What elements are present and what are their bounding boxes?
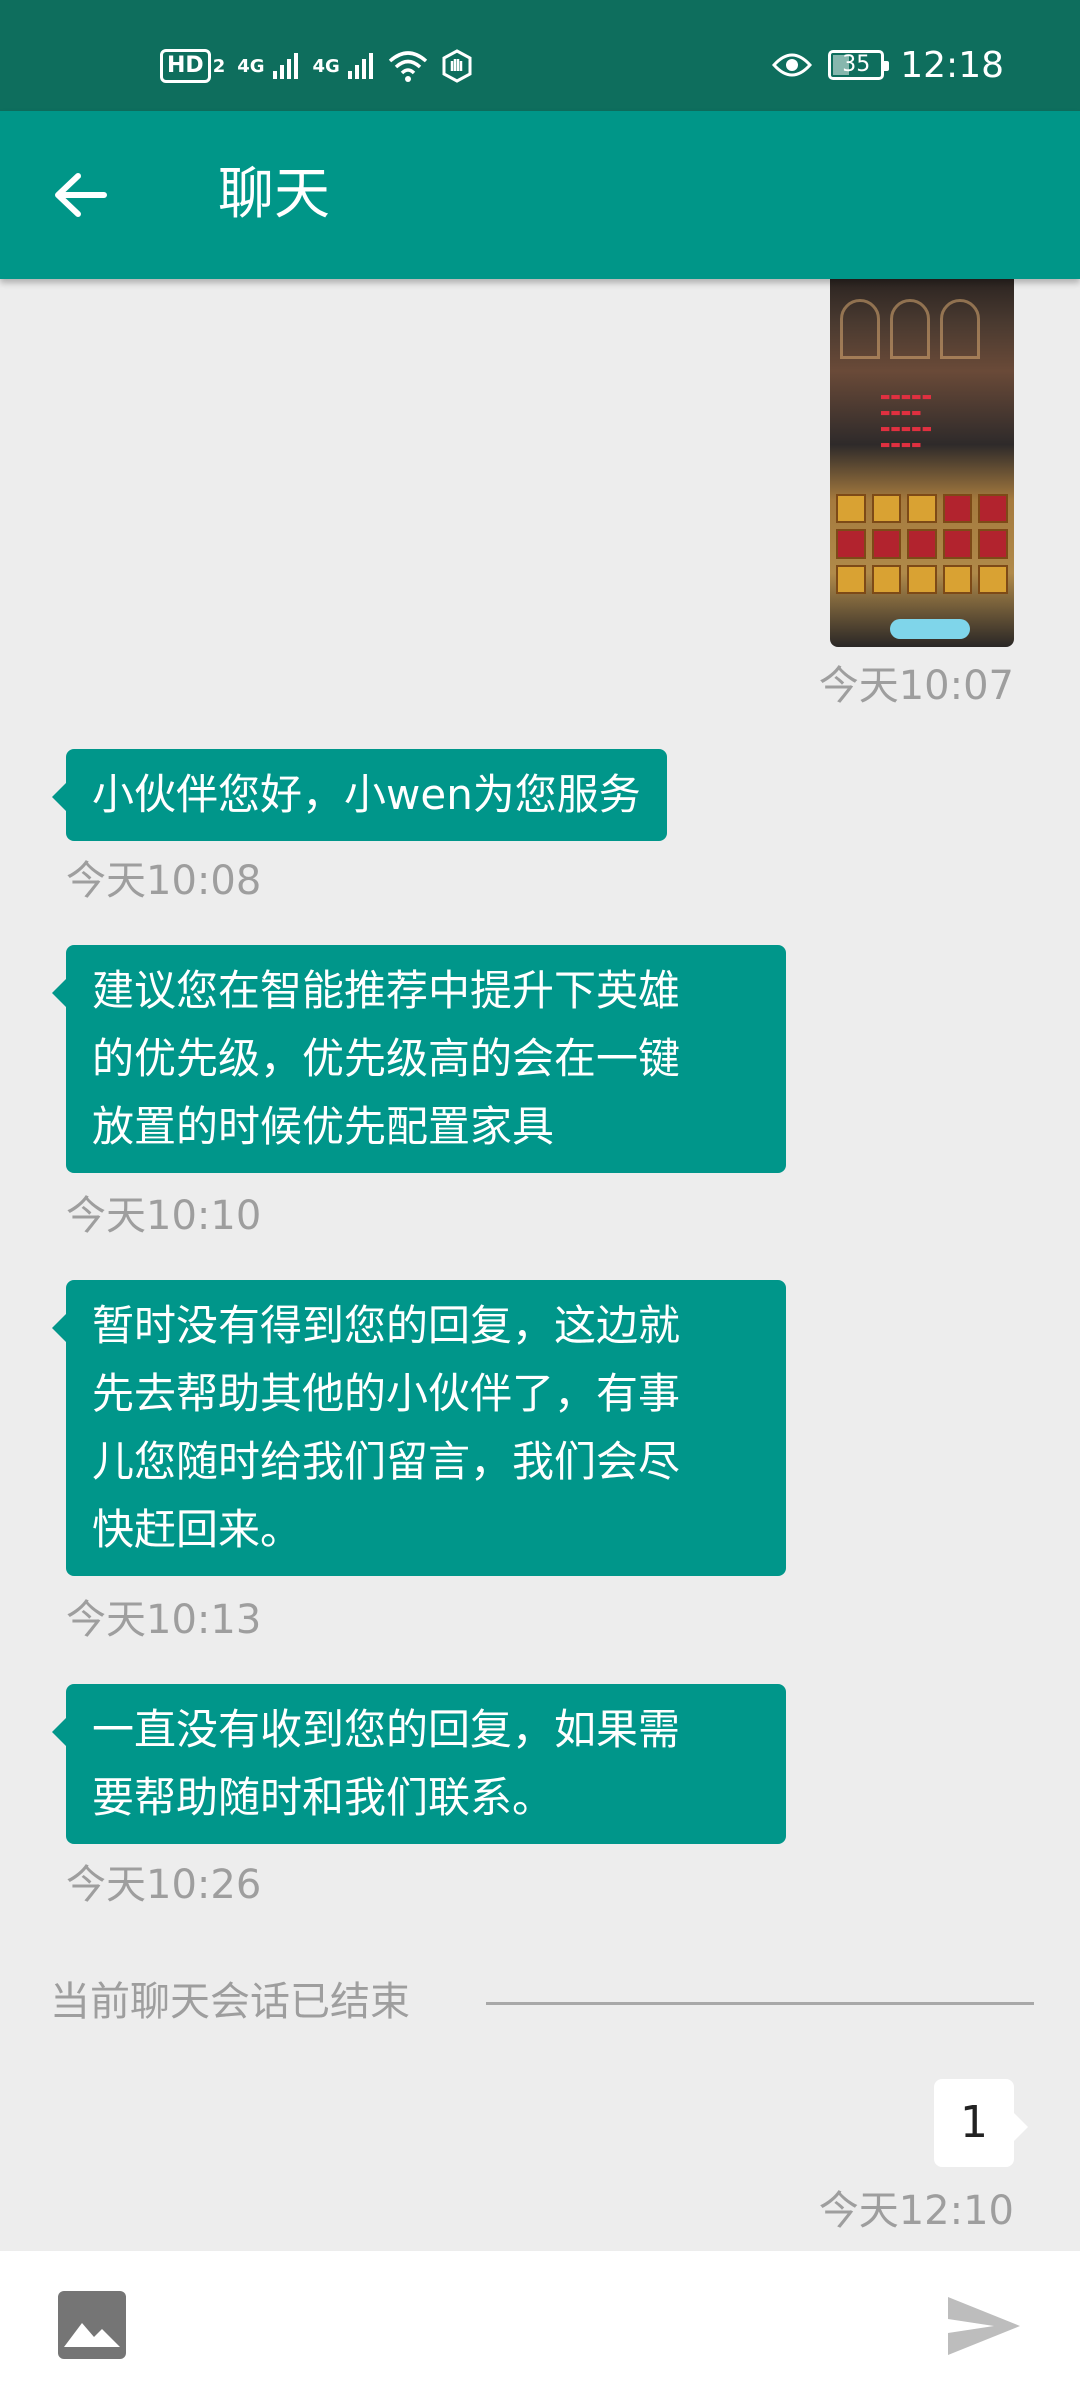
message-line: 暂时没有得到您的回复，这边就	[92, 1301, 681, 1350]
message-text: 小伙伴您好，小wen为您服务	[92, 770, 641, 819]
message-line: 一直没有收到您的回复，如果需	[92, 1705, 681, 1754]
message-time: 今天12:10	[818, 2188, 1014, 2234]
signal-icon-2	[347, 53, 373, 79]
back-button[interactable]	[40, 155, 120, 235]
service-message[interactable]: 一直没有收到您的回复，如果需 要帮助随时和我们联系。	[52, 1684, 786, 1844]
input-bar	[0, 2251, 1080, 2400]
message-line: 快赶回来。	[92, 1505, 303, 1554]
wifi-icon	[388, 51, 428, 82]
send-button[interactable]	[944, 2293, 1024, 2359]
hd-badge: HD	[160, 49, 211, 83]
arrow-left-icon	[55, 173, 107, 217]
clock: 12:18	[900, 44, 1004, 86]
battery-level: 35	[842, 52, 871, 77]
user-message[interactable]: 1	[934, 2079, 1028, 2167]
message-line: 建议您在智能推荐中提升下英雄	[92, 966, 681, 1015]
message-time: 今天10:10	[66, 1193, 262, 1239]
service-message[interactable]: 暂时没有得到您的回复，这边就 先去帮助其他的小伙伴了，有事 儿您随时给我们留言，…	[52, 1280, 786, 1576]
network-type-1: 4G	[237, 55, 265, 77]
image-icon	[64, 2323, 120, 2347]
eye-icon	[772, 53, 813, 77]
network-type-2: 4G	[312, 55, 340, 77]
send-icon	[948, 2297, 1020, 2355]
page-title: 聊天	[218, 162, 330, 227]
image-message[interactable]: ▬▬▬▬▬ ▬▬▬▬ ▬▬▬▬▬ ▬▬▬▬	[830, 279, 1014, 647]
message-time: 今天10:13	[66, 1597, 262, 1643]
message-time: 今天10:07	[818, 663, 1014, 709]
signal-icon	[272, 53, 298, 79]
divider-line	[486, 2002, 1034, 2005]
status-left: HD 2 4G 4G	[160, 44, 474, 88]
service-message[interactable]: 小伙伴您好，小wen为您服务	[52, 749, 667, 841]
message-line: 儿您随时给我们留言，我们会尽	[92, 1437, 681, 1486]
message-time: 今天10:08	[66, 858, 262, 904]
status-right: 35 12:18	[772, 40, 1004, 90]
message-text: 1	[960, 2097, 988, 2148]
message-line: 先去帮助其他的小伙伴了，有事	[92, 1369, 681, 1418]
session-ended-divider: 当前聊天会话已结束	[50, 1974, 1035, 2030]
message-time: 今天10:26	[66, 1862, 262, 1908]
message-line: 要帮助随时和我们联系。	[92, 1773, 555, 1822]
service-message[interactable]: 建议您在智能推荐中提升下英雄 的优先级，优先级高的会在一键 放置的时候优先配置家…	[52, 945, 786, 1173]
image-button[interactable]	[58, 2291, 126, 2359]
app-bar: 聊天	[0, 111, 1080, 279]
sim-number: 2	[212, 55, 226, 77]
status-bar: HD 2 4G 4G 35 12:18	[0, 0, 1080, 111]
message-line: 放置的时候优先配置家具	[92, 1102, 555, 1151]
battery-icon: 35	[828, 50, 890, 80]
message-line: 的优先级，优先级高的会在一键	[92, 1034, 681, 1083]
hand-icon	[442, 49, 472, 83]
message-list[interactable]: ▬▬▬▬▬ ▬▬▬▬ ▬▬▬▬▬ ▬▬▬▬ 今天10:07 小伙伴您好，小wen为您服…	[0, 279, 1080, 2251]
session-ended-text: 当前聊天会话已结束	[50, 1979, 410, 2025]
